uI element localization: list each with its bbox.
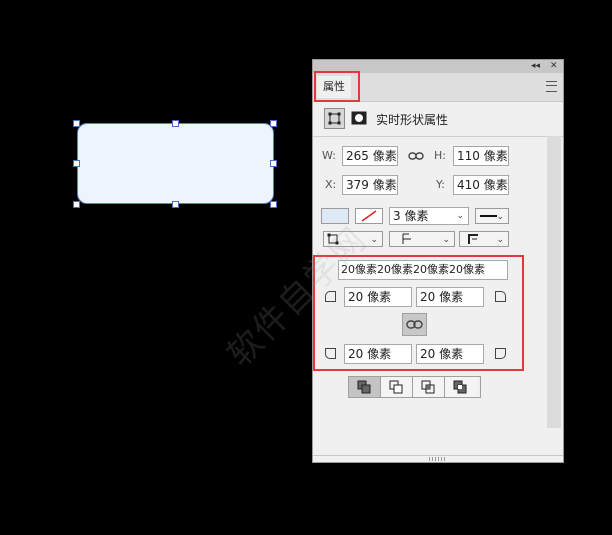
chevron-down-icon: ⌄ xyxy=(456,211,464,221)
resize-handle-bottom-right[interactable] xyxy=(270,201,277,208)
panel-bottom-divider xyxy=(313,455,563,456)
divider xyxy=(313,136,563,137)
stroke-cap-dropdown[interactable]: ⌄ xyxy=(389,231,455,247)
height-label: H: xyxy=(434,149,446,162)
resize-handle-left[interactable] xyxy=(73,160,80,167)
corner-top-right-icon xyxy=(495,291,506,302)
exclude-overlap-button[interactable] xyxy=(445,377,477,397)
x-label: X: xyxy=(325,178,337,191)
rounded-rectangle-shape[interactable] xyxy=(77,123,274,204)
shape-properties-icon[interactable] xyxy=(324,108,345,129)
panel-scrollbar[interactable] xyxy=(547,136,561,428)
intersect-shapes-button[interactable] xyxy=(413,377,445,397)
stroke-width-field[interactable]: 3 像素 ⌄ xyxy=(389,207,469,225)
combine-shapes-button[interactable] xyxy=(349,377,381,397)
y-label: Y: xyxy=(436,178,445,191)
subtract-front-shape-button[interactable] xyxy=(381,377,413,397)
collapse-icon[interactable]: ◂◂ xyxy=(531,60,540,73)
radius-top-right-field[interactable]: 20 像素 xyxy=(416,287,484,307)
height-field[interactable]: 110 像素 xyxy=(453,146,509,166)
x-field[interactable]: 379 像素 xyxy=(342,175,398,195)
link-radius-button[interactable] xyxy=(402,313,427,336)
stroke-width-value: 3 像素 xyxy=(393,209,429,223)
resize-grip-icon[interactable] xyxy=(429,457,447,461)
radius-bottom-right-field[interactable]: 20 像素 xyxy=(416,344,484,364)
corner-bottom-left-icon xyxy=(325,348,336,359)
resize-handle-bottom[interactable] xyxy=(172,201,179,208)
link-dimensions-icon[interactable] xyxy=(408,150,424,165)
stroke-swatch[interactable] xyxy=(355,208,383,224)
path-operations-group xyxy=(348,376,481,398)
chevron-down-icon: ⌄ xyxy=(496,212,504,222)
section-title: 实时形状属性 xyxy=(376,113,449,127)
stroke-join-dropdown[interactable]: ⌄ xyxy=(459,231,509,247)
panel-menu-icon[interactable] xyxy=(546,81,557,92)
corner-bottom-right-icon xyxy=(495,348,506,359)
resize-handle-top-left[interactable] xyxy=(73,120,80,127)
close-icon[interactable]: ✕ xyxy=(550,60,558,73)
width-label: W: xyxy=(322,149,336,162)
tab-highlight-box xyxy=(314,71,360,102)
radius-bottom-left-field[interactable]: 20 像素 xyxy=(344,344,412,364)
width-field[interactable]: 265 像素 xyxy=(342,146,398,166)
stroke-type-dropdown[interactable]: ⌄ xyxy=(475,208,509,224)
resize-handle-top[interactable] xyxy=(172,120,179,127)
radius-top-left-field[interactable]: 20 像素 xyxy=(344,287,412,307)
radius-all-field[interactable]: 20像素20像素20像素20像素 xyxy=(338,260,508,280)
resize-handle-right[interactable] xyxy=(270,160,277,167)
resize-handle-bottom-left[interactable] xyxy=(73,201,80,208)
y-field[interactable]: 410 像素 xyxy=(453,175,509,195)
mask-icon[interactable] xyxy=(351,111,367,125)
chevron-down-icon: ⌄ xyxy=(442,235,450,245)
resize-handle-top-right[interactable] xyxy=(270,120,277,127)
chevron-down-icon: ⌄ xyxy=(496,235,504,245)
